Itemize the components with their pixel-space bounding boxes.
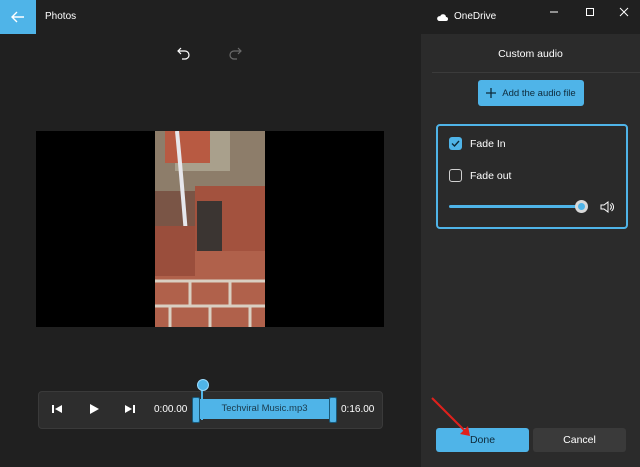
- onedrive-label: OneDrive: [454, 11, 497, 22]
- minimize-icon: [550, 11, 558, 13]
- skip-back-icon: [52, 405, 62, 413]
- close-icon: [619, 7, 629, 17]
- undo-icon: [177, 47, 190, 60]
- minimize-button[interactable]: [544, 4, 564, 20]
- back-button[interactable]: [0, 0, 36, 34]
- onedrive-status[interactable]: OneDrive: [436, 11, 496, 22]
- close-button[interactable]: [614, 4, 634, 20]
- panel-divider: [432, 72, 640, 73]
- skip-forward-button[interactable]: [122, 402, 138, 416]
- annotation-arrow: [431, 397, 470, 436]
- playhead-line: [201, 386, 203, 420]
- volume-slider-track[interactable]: [449, 205, 581, 208]
- fade-in-checkbox[interactable]: [449, 137, 462, 150]
- fade-out-checkbox[interactable]: [449, 169, 462, 182]
- volume-slider-thumb[interactable]: [575, 200, 588, 213]
- undo-button[interactable]: [174, 44, 194, 62]
- cancel-button[interactable]: Cancel: [533, 428, 626, 452]
- playhead-handle[interactable]: [197, 379, 209, 391]
- plus-icon: [486, 88, 497, 98]
- fade-out-label: Fade out: [470, 169, 512, 182]
- play-icon: [90, 404, 99, 414]
- start-time: 0:00.00: [154, 404, 188, 415]
- redo-icon: [229, 47, 242, 60]
- panel-title: Custom audio: [498, 48, 563, 60]
- fade-out-option[interactable]: Fade out: [449, 169, 511, 182]
- fade-in-label: Fade In: [470, 137, 506, 150]
- trim-handle-end[interactable]: [329, 397, 337, 423]
- redo-button[interactable]: [225, 44, 245, 62]
- play-button[interactable]: [86, 402, 102, 416]
- maximize-button[interactable]: [580, 4, 600, 20]
- checkmark-icon: [451, 140, 460, 148]
- trim-handle-start[interactable]: [192, 397, 200, 423]
- skip-back-button[interactable]: [49, 402, 65, 416]
- skip-forward-icon: [125, 405, 135, 413]
- video-frame-image: [155, 131, 265, 327]
- add-audio-file-button[interactable]: Add the audio file: [478, 80, 584, 106]
- app-title: Photos: [45, 11, 77, 22]
- maximize-icon: [586, 8, 594, 16]
- end-time: 0:16.00: [341, 404, 375, 415]
- speaker-icon[interactable]: [600, 200, 614, 214]
- fade-in-option[interactable]: Fade In: [449, 137, 506, 150]
- audio-track-label: Techviral Music.mp3: [221, 403, 308, 414]
- add-audio-file-label: Add the audio file: [502, 87, 576, 99]
- arrow-left-icon: [11, 11, 24, 23]
- cloud-icon: [437, 13, 448, 21]
